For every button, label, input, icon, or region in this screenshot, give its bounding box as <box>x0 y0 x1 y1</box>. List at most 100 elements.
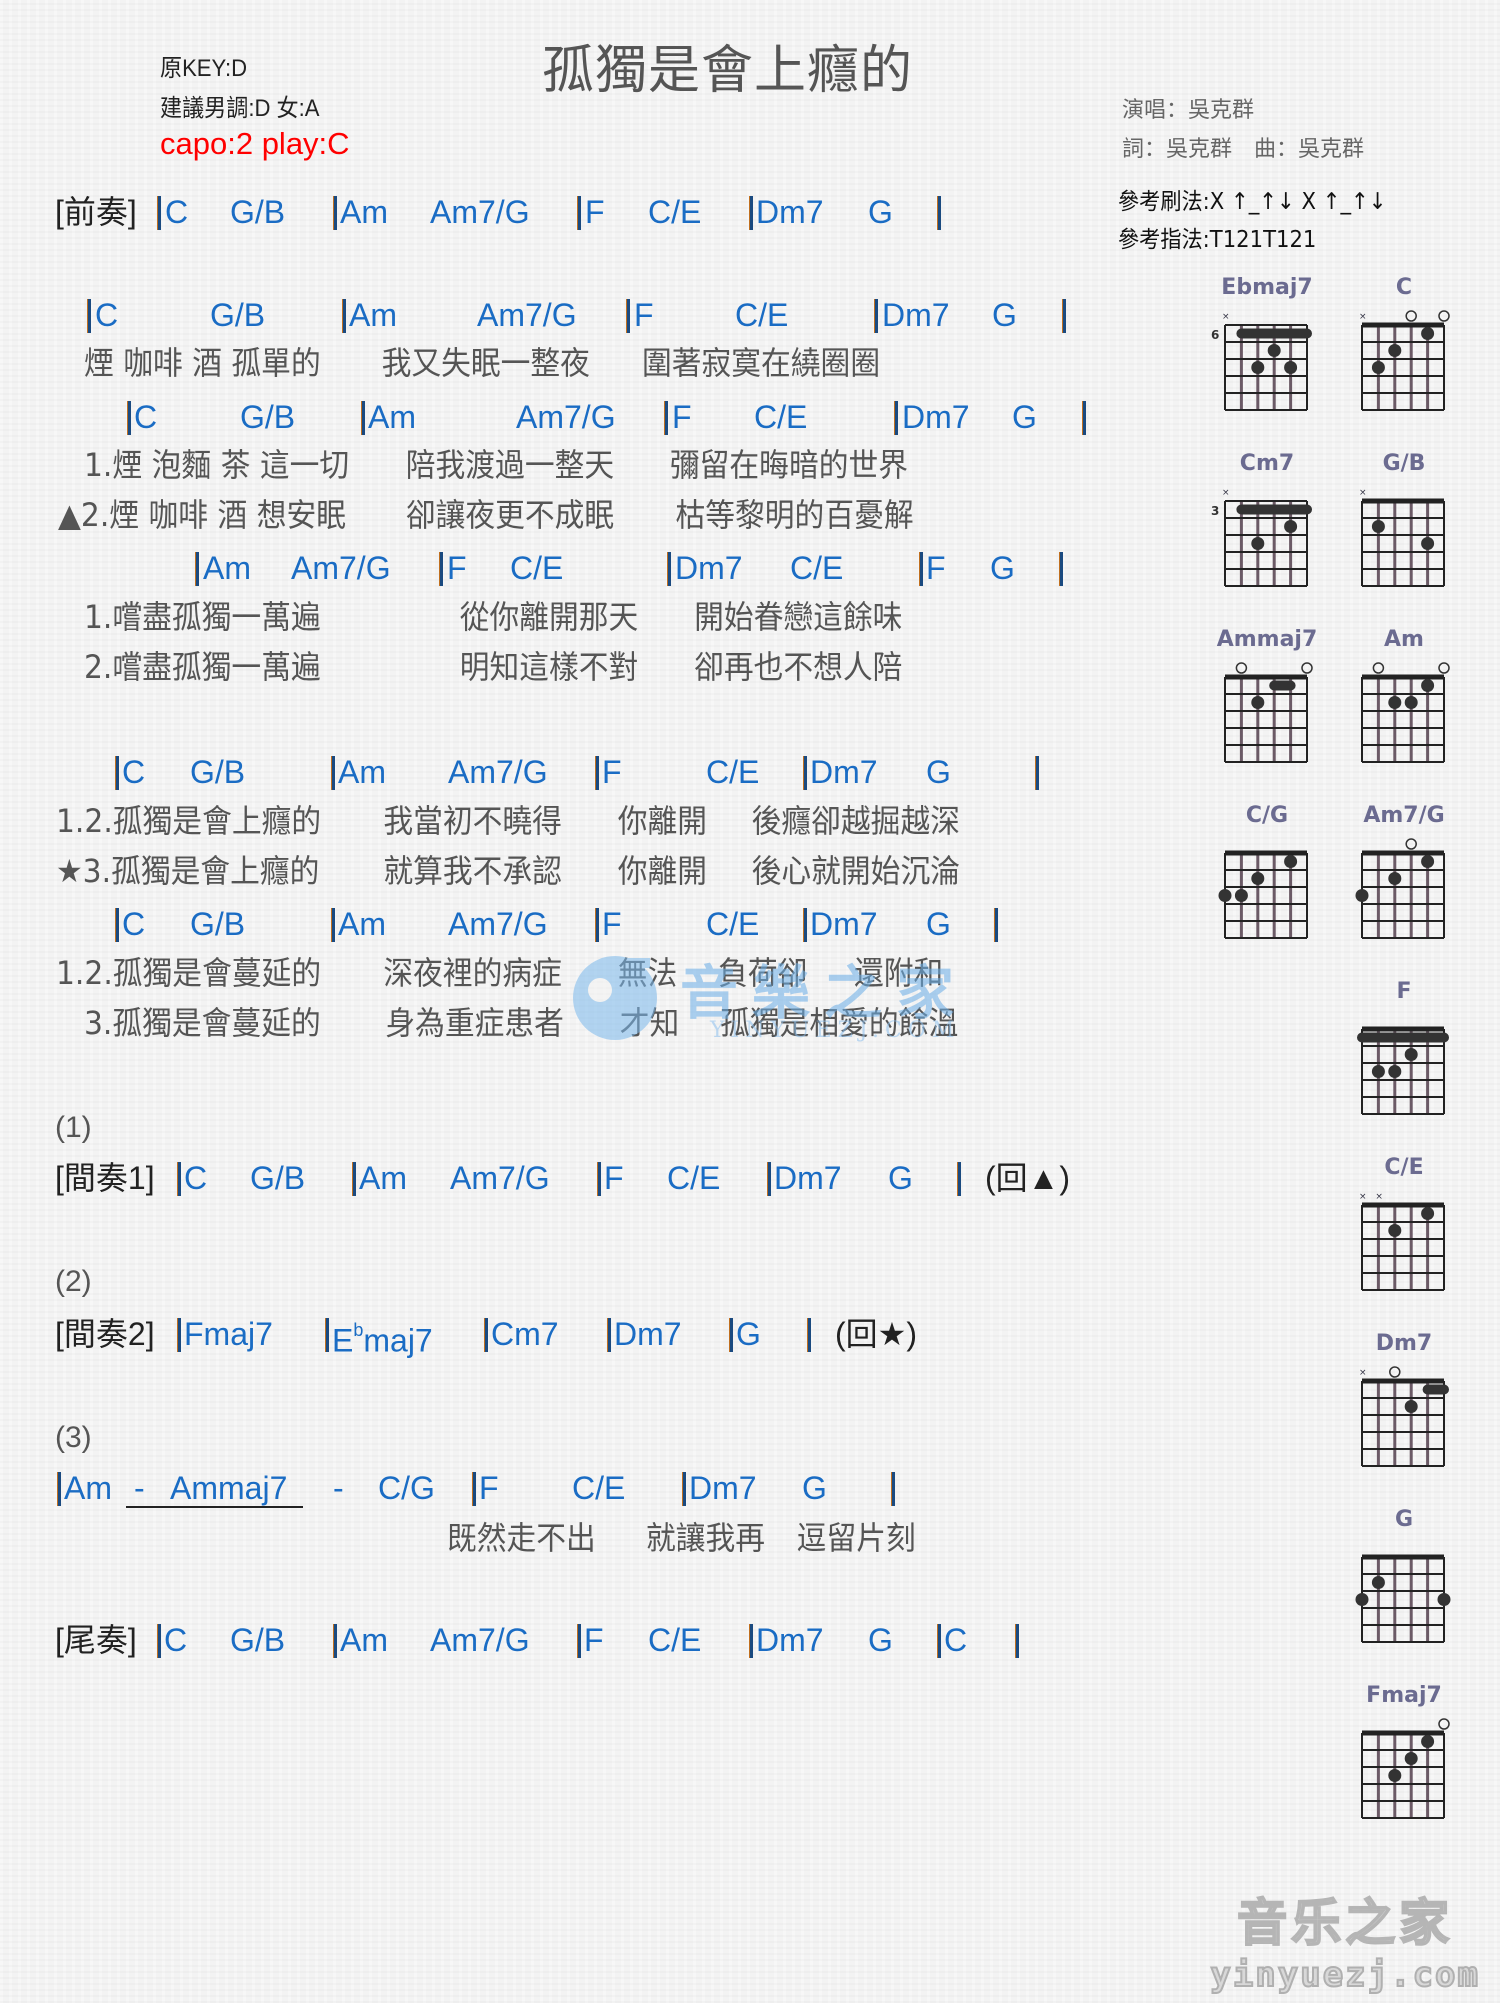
chord: C <box>184 1160 208 1196</box>
bar-line <box>920 552 923 586</box>
finger-dot <box>1388 1769 1402 1782</box>
muted-string-icon: × <box>1222 312 1230 322</box>
lyric-line: ▲2.煙 咖啡 酒 想安眠 卻讓夜更不成眠 枯等黎明的百憂解 <box>58 495 914 535</box>
bar-line <box>116 756 119 790</box>
chord: F <box>585 194 605 230</box>
chord: F <box>479 1470 499 1506</box>
muted-string-icon: × <box>1359 1192 1367 1202</box>
bar-line <box>750 1624 753 1658</box>
muted-string-icon: × <box>1359 312 1367 322</box>
lyric-line: 1.2.孤獨是會上癮的 我當初不曉得 你離開 後癮卻越掘越深 <box>56 801 960 841</box>
chord: G/B <box>230 1622 286 1658</box>
bar-line <box>1083 401 1086 435</box>
lyric-line: 2.嚐盡孤獨一萬遍 明知這樣不對 卻再也不想人陪 <box>84 647 902 687</box>
lyric-phrase: 我當初不曉得 <box>383 802 562 840</box>
chord: G/B <box>230 194 286 230</box>
chord-diagram-name: C/G <box>1245 803 1289 828</box>
lyric-phrase: 我又失眠一整夜 <box>381 344 590 382</box>
bar-line <box>804 908 807 942</box>
chord: Dm7 <box>756 194 824 230</box>
finger-dot <box>1355 1593 1369 1606</box>
bar-line <box>88 299 91 333</box>
lyricist-composer: 詞：吳克群 曲：吳克群 <box>1122 137 1365 162</box>
chord: F <box>634 297 654 333</box>
bar-line <box>808 1318 811 1352</box>
lyric-phrase: 彌留在晦暗的世界 <box>669 446 908 484</box>
lyric-phrase: 逗留片刻 <box>796 1519 916 1557</box>
chord: C/E <box>790 550 844 586</box>
finger-dot <box>1251 537 1265 550</box>
bar-line <box>578 1624 581 1658</box>
bar-line <box>334 1624 337 1658</box>
chord-grid-icon <box>1361 662 1450 763</box>
bar-line <box>578 196 581 230</box>
bar-line <box>178 1318 181 1352</box>
muted-string-icon: × <box>1222 488 1230 498</box>
chord: C <box>165 194 189 230</box>
finger-dot <box>1421 537 1435 550</box>
chord: F <box>447 550 467 586</box>
bar-line <box>938 196 941 230</box>
bar-line <box>178 1162 181 1196</box>
lyric-phrase: 1.2.孤獨是會蔓延的 <box>56 954 322 992</box>
chord: Am7/G <box>291 550 391 586</box>
bar-line <box>608 1318 611 1352</box>
finger-dot <box>1218 889 1232 902</box>
chord-diagram-name: G <box>1394 1507 1414 1532</box>
section-label-interlude2: [間奏2] <box>55 1316 155 1352</box>
lyric-phrase: 就讓我再 <box>646 1519 766 1557</box>
bar-line <box>958 1162 961 1196</box>
return-to-triangle: (回▲) <box>985 1160 1070 1196</box>
lyric-phrase: 身為重症患者 <box>385 1004 564 1042</box>
bar-line <box>875 299 878 333</box>
finger-dot <box>1371 361 1385 374</box>
muted-string-icon: × <box>1375 1192 1383 1202</box>
open-string-icon <box>1405 310 1417 322</box>
chord: F <box>584 1622 604 1658</box>
lyric-phrase: 從你離開那天 <box>459 598 639 636</box>
chord-grid-icon: × <box>1359 310 1450 411</box>
outro-line: [尾奏] C G/B Am Am7/G F C/E Dm7 G C <box>0 1620 1100 1660</box>
finger-dot <box>1421 1735 1435 1748</box>
lyric-phrase: 後心就開始沉淪 <box>751 852 960 890</box>
return-to-star: (回★) <box>835 1316 918 1352</box>
lyric-phrase: 3.孤獨是會蔓延的 <box>84 1004 321 1042</box>
chord: G <box>802 1470 827 1506</box>
chord: C/E <box>754 399 808 435</box>
chord: Am <box>64 1470 112 1506</box>
chord: Cm7 <box>491 1316 559 1352</box>
bar-line <box>895 401 898 435</box>
bar-line <box>627 299 630 333</box>
chord-grid-icon: 3× <box>1211 488 1312 587</box>
watermark-en: YINYUEZJ.COM <box>710 1018 961 1043</box>
chord: G <box>990 550 1015 586</box>
chord: Ammaj7 <box>170 1470 288 1506</box>
lyric-phrase: 1.嚐盡孤獨一萬遍 <box>84 598 321 636</box>
section-label-interlude1: [間奏1] <box>55 1160 155 1196</box>
chord: Am7/G <box>477 297 577 333</box>
chord-grid-icon <box>1361 1718 1450 1819</box>
picking-pattern: 參考指法:T121T121 <box>1118 227 1317 253</box>
chord: G/B <box>190 906 246 942</box>
bar-line <box>938 1624 941 1658</box>
lyric-line: 既然走不出 就讓我再 逗留片刻 <box>447 1518 916 1558</box>
chord: Am <box>340 1622 388 1658</box>
verse1-chords: C G/B Am Am7/G F C/E Dm7 G <box>0 295 1100 335</box>
lyric-phrase: 你離開 <box>617 852 708 890</box>
chord: Am7/G <box>516 399 616 435</box>
lyric-phrase: 深夜裡的病症 <box>383 954 562 992</box>
lyric-line: ★3.孤獨是會上癮的 就算我不承認 你離開 後心就開始沉淪 <box>56 851 960 891</box>
chord: Dm7 <box>689 1470 757 1506</box>
watermark: 音樂之家 YINYUEZJ.COM <box>560 938 980 1063</box>
chord: C <box>134 399 158 435</box>
open-string-icon <box>1405 838 1417 850</box>
chord: G <box>926 754 951 790</box>
chord: Am7/G <box>430 194 530 230</box>
chord: Am <box>368 399 416 435</box>
lyric-line: 1.2.孤獨是會蔓延的 深夜裡的病症 無法 負荷卻 還附和 <box>56 953 943 993</box>
chord-diagram-name: F <box>1396 979 1412 1004</box>
marker-3: (3) <box>55 1421 92 1454</box>
finger-dot <box>1421 855 1435 868</box>
bar-line <box>128 401 131 435</box>
bar-line <box>596 908 599 942</box>
